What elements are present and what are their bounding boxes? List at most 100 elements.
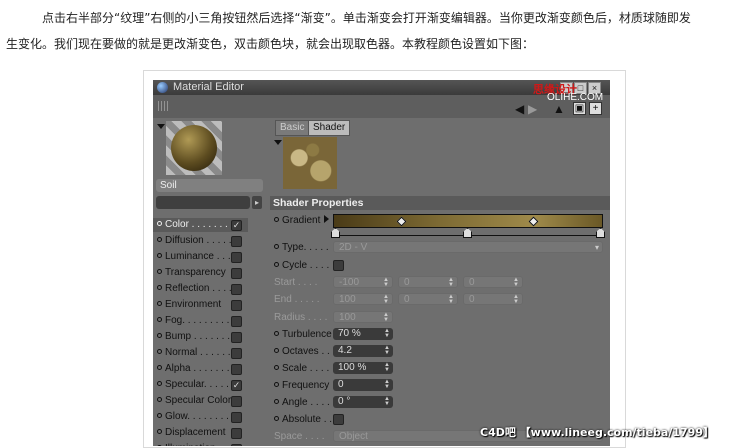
- window-title: Material Editor: [173, 81, 244, 93]
- gradient-label: Gradient: [274, 215, 320, 227]
- channel-bullet-icon: [157, 221, 162, 227]
- new-window-icon[interactable]: +: [589, 102, 602, 115]
- back-arrow-icon[interactable]: ◀: [515, 103, 524, 115]
- drag-handle-icon[interactable]: [158, 101, 168, 111]
- channel-checkbox[interactable]: [231, 284, 242, 295]
- channel-bullet-icon: [157, 301, 162, 307]
- expand-arrow-button[interactable]: ▸: [252, 196, 262, 209]
- gradient-expand-triangle-icon[interactable]: [324, 215, 329, 223]
- channel-bullet-icon: [157, 333, 162, 339]
- channel-bullet-icon: [157, 349, 162, 355]
- channel-bullet-icon: [157, 285, 162, 291]
- end-label: End . . . . .: [274, 294, 320, 305]
- material-sphere-icon: [171, 125, 217, 171]
- channel-label: Bump . . . . . . . . .: [165, 331, 242, 342]
- channel-label: Environment: [165, 299, 222, 310]
- channel-label: Color . . . . . . . .: [165, 219, 234, 230]
- color-stop-marker[interactable]: [331, 228, 340, 238]
- channel-checkbox[interactable]: [231, 332, 242, 343]
- material-editor-window: Material Editor _ □ × 思缘设计 OLIHE.COM ◀ ▶…: [153, 80, 610, 446]
- channel-label: Transparency: [165, 267, 226, 278]
- frequency-label: Frequency: [274, 380, 329, 392]
- space-label: Space . . . .: [274, 431, 325, 442]
- forward-arrow-icon[interactable]: ▶: [528, 103, 537, 115]
- scale-label: Scale . . . .: [274, 363, 329, 375]
- end-z-field[interactable]: 0 ▲ ▼: [463, 293, 523, 305]
- texture-menu-triangle-icon[interactable]: [274, 140, 282, 145]
- channel-bullet-icon: [157, 397, 162, 403]
- end-y-field[interactable]: 0 ▲ ▼: [398, 293, 458, 305]
- intro-paragraph-line2: 生变化。我们现在要做的就是更改渐变色，双击颜色块，就会出现取色器。本教程颜色设置…: [6, 37, 535, 51]
- channel-bullet-icon: [157, 413, 162, 419]
- start-z-field[interactable]: 0 ▲ ▼: [463, 276, 523, 288]
- material-filter-field[interactable]: [156, 196, 250, 209]
- color-stop-marker[interactable]: [596, 228, 605, 238]
- intro-paragraph-line1: 点击右半部分“纹理”右侧的小三角按钮然后选择“渐变”。单击渐变会打开渐变编辑器。…: [42, 11, 691, 25]
- channel-checkbox[interactable]: [231, 364, 242, 375]
- gradient-bar[interactable]: [333, 214, 603, 228]
- material-name-field[interactable]: Soil: [156, 179, 263, 192]
- channel-label: Specular. . . . . . .: [165, 379, 241, 390]
- channel-checkbox[interactable]: [231, 316, 242, 327]
- octaves-label: Octaves . .: [274, 346, 330, 358]
- gradient-knot[interactable]: [396, 216, 407, 227]
- tab-shader[interactable]: Shader: [308, 120, 351, 136]
- type-dropdown[interactable]: 2D - V ▾: [333, 241, 603, 253]
- channel-checkbox[interactable]: [231, 396, 242, 407]
- channel-label: Diffusion . . . . . .: [165, 235, 238, 246]
- end-x-field[interactable]: 100 ▲ ▼: [333, 293, 393, 305]
- left-panel: Soil ▸ Color . . . . . . . . ✓ Diffusion .…: [153, 118, 270, 446]
- cycle-label: Cycle . . . .: [274, 260, 329, 272]
- tab-basic[interactable]: Basic: [275, 120, 310, 136]
- up-arrow-icon[interactable]: ▲: [553, 103, 565, 115]
- start-label: Start . . . .: [274, 277, 318, 288]
- credit-watermark: C4D吧 【www.lineeg.com/tieba/1799】: [480, 426, 714, 439]
- channel-bullet-icon: [157, 237, 162, 243]
- start-y-field[interactable]: 0 ▲ ▼: [398, 276, 458, 288]
- channel-bullet-icon: [157, 253, 162, 259]
- channel-label: Alpha . . . . . . . . .: [165, 363, 241, 374]
- right-panel: Basic Shader Shader Properties Gradient …: [270, 118, 610, 446]
- collapse-triangle-icon[interactable]: [157, 124, 165, 129]
- channel-bullet-icon: [157, 381, 162, 387]
- gradient-knot[interactable]: [528, 216, 539, 227]
- turbulence-label: Turbulence: [274, 329, 332, 341]
- lock-icon[interactable]: ▣: [573, 102, 586, 115]
- channel-label: Specular Color: [165, 395, 232, 406]
- turbulence-field[interactable]: 70 % ▲ ▼: [333, 328, 393, 340]
- absolute-checkbox[interactable]: [333, 414, 344, 425]
- frequency-field[interactable]: 0 ▲ ▼: [333, 379, 393, 391]
- channel-checkbox[interactable]: [231, 412, 242, 423]
- angle-field[interactable]: 0 ° ▲ ▼: [333, 396, 393, 408]
- channel-label: Displacement: [165, 427, 226, 438]
- cycle-checkbox[interactable]: [333, 260, 344, 271]
- section-header: Shader Properties: [270, 196, 610, 210]
- type-label: Type. . . . .: [274, 242, 329, 254]
- absolute-label: Absolute . .: [274, 414, 332, 426]
- channel-bullet-icon: [157, 269, 162, 275]
- channel-checkbox[interactable]: [231, 252, 242, 263]
- channel-label: Reflection . . . . .: [165, 283, 238, 294]
- channel-checkbox[interactable]: [231, 268, 242, 279]
- texture-preview[interactable]: [283, 137, 337, 189]
- channel-bullet-icon: [157, 429, 162, 435]
- channel-checkbox[interactable]: ✓: [231, 220, 242, 231]
- angle-label: Angle . . . .: [274, 397, 330, 409]
- channel-checkbox[interactable]: [231, 428, 242, 439]
- channel-checkbox[interactable]: ✓: [231, 380, 242, 391]
- material-preview[interactable]: [166, 121, 222, 175]
- channel-checkbox[interactable]: [231, 300, 242, 311]
- radius-field[interactable]: 100 ▲ ▼: [333, 311, 393, 323]
- start-x-field[interactable]: -100 ▲ ▼: [333, 276, 393, 288]
- channel-checkbox[interactable]: [231, 236, 242, 247]
- channel-label: Glow. . . . . . . . . .: [165, 411, 241, 422]
- channel-label: Fog. . . . . . . . . .: [165, 315, 236, 326]
- color-stop-marker[interactable]: [463, 228, 472, 238]
- radius-label: Radius . . . .: [274, 312, 328, 323]
- cinema4d-logo-icon: [157, 82, 168, 93]
- scale-field[interactable]: 100 % ▲ ▼: [333, 362, 393, 374]
- channel-checkbox[interactable]: [231, 348, 242, 359]
- channel-bullet-icon: [157, 317, 162, 323]
- channel-bullet-icon: [157, 365, 162, 371]
- octaves-field[interactable]: 4.2 ▲ ▼: [333, 345, 393, 357]
